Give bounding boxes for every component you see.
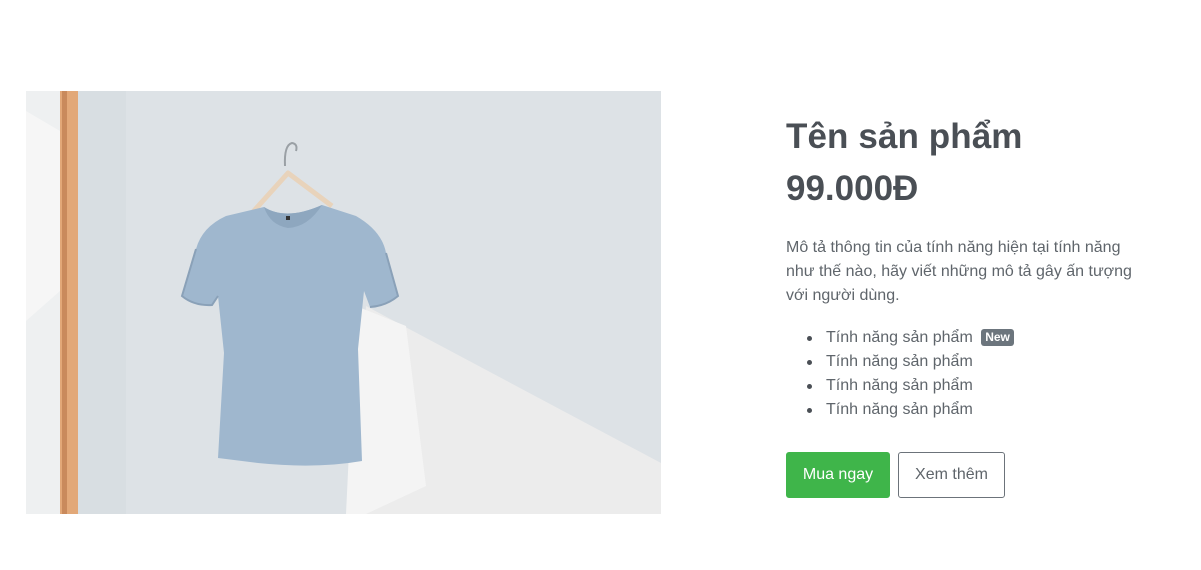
product-image [26,91,661,514]
feature-item: Tính năng sản phẩm [807,350,1166,374]
product-page: Tên sản phẩm 99.000Đ Mô tả thông tin của… [0,0,1201,570]
product-info: Tên sản phẩm 99.000Đ Mô tả thông tin của… [786,112,1166,498]
view-more-button[interactable]: Xem thêm [898,452,1005,498]
buy-now-button[interactable]: Mua ngay [786,452,890,498]
feature-label: Tính năng sản phẩm [826,377,973,394]
feature-item: Tính năng sản phẩm New [807,326,1166,350]
product-price: 99.000Đ [786,169,919,208]
action-buttons: Mua ngay Xem thêm [786,452,1166,498]
product-description: Mô tả thông tin của tính năng hiện tại t… [786,239,1132,304]
feature-label: Tính năng sản phẩm [826,329,973,346]
feature-label: Tính năng sản phẩm [826,401,973,418]
feature-item: Tính năng sản phẩm [807,398,1166,422]
feature-item: Tính năng sản phẩm [807,374,1166,398]
product-title: Tên sản phẩm [786,117,1023,156]
new-badge: New [981,329,1014,346]
feature-list: Tính năng sản phẩm New Tính năng sản phẩ… [786,326,1166,422]
feature-label: Tính năng sản phẩm [826,353,973,370]
